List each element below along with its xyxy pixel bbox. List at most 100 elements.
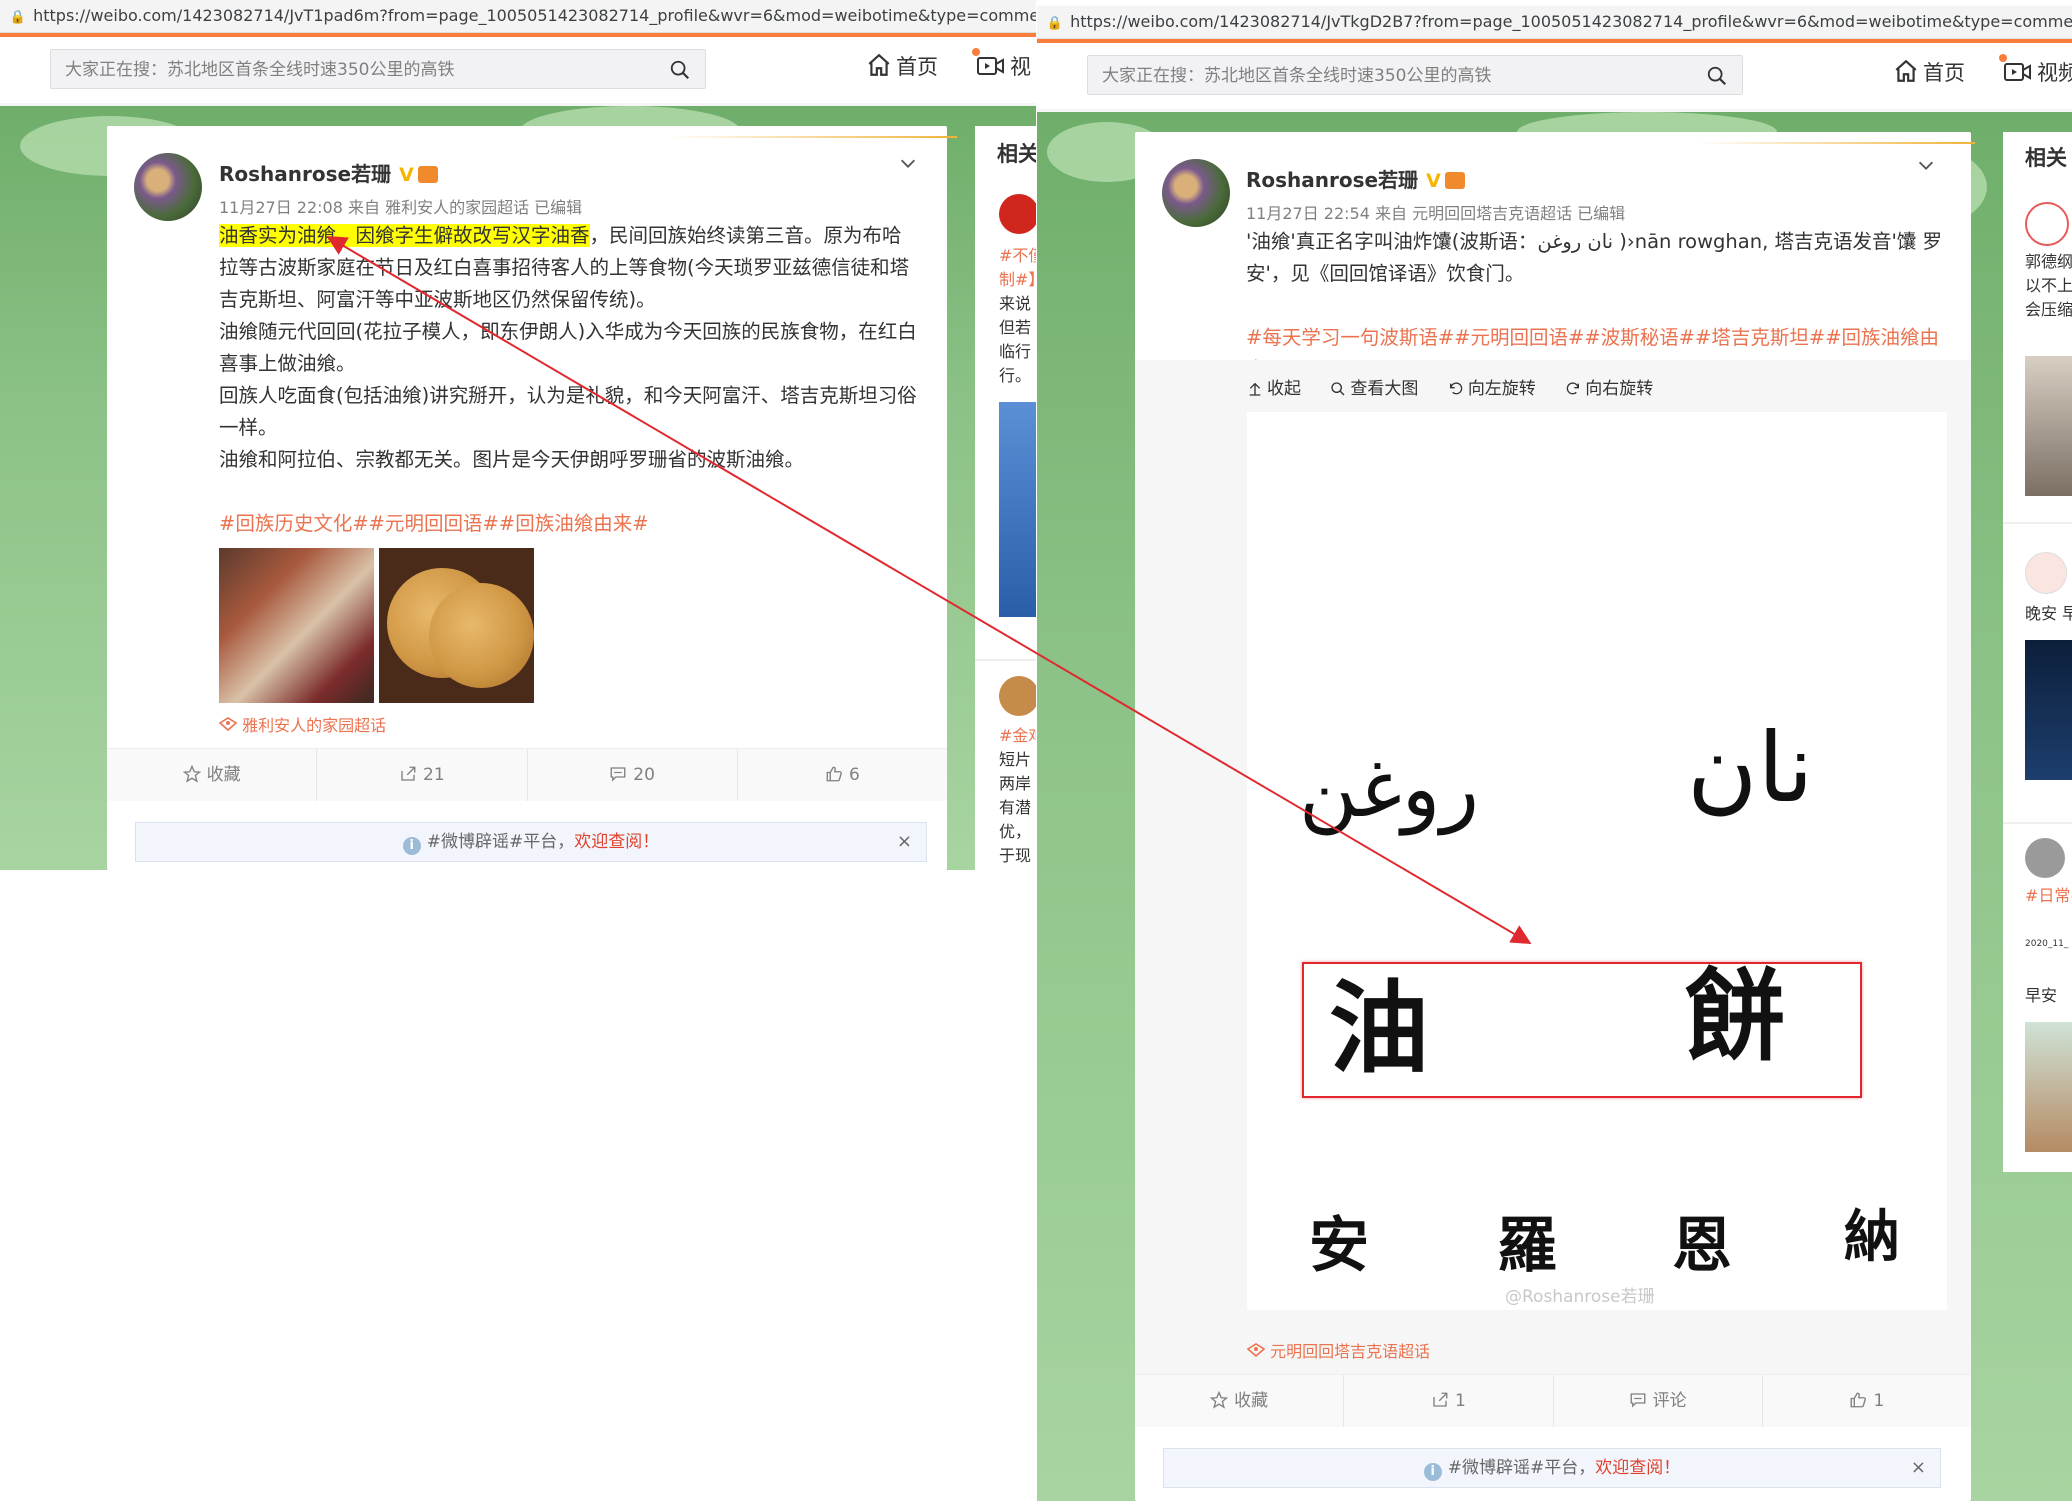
sidebar-snippet[interactable]: 早安: [2025, 984, 2057, 1008]
sidebar-line: 行。: [999, 366, 1032, 385]
search-input[interactable]: 大家正在搜：苏北地区首条全线时速350公里的高铁: [50, 49, 706, 89]
avatar[interactable]: [134, 153, 202, 221]
sidebar-line: 晚安 早: [2025, 604, 2072, 623]
body-line: 油飨随元代回回(花拉子模人，即东伊朗人)入华成为今天回族的民族食物，在红白: [219, 320, 917, 343]
avatar[interactable]: [2025, 202, 2069, 246]
url-text: https://weibo.com/1423082714/JvT1pad6m?f…: [33, 6, 1036, 25]
avatar[interactable]: [999, 194, 1036, 234]
repost-button[interactable]: 1: [1344, 1375, 1554, 1427]
avatar[interactable]: [2025, 838, 2065, 878]
sidebar-title: 相关: [997, 142, 1036, 166]
sidebar-snippet[interactable]: 晚安 早: [2025, 602, 2072, 626]
body-line: 喜事上做油飨。: [219, 352, 356, 375]
location-text: 元明回回塔吉克语超话: [1270, 1342, 1431, 1361]
image-viewer: 收起 查看大图 向左旋转 向右旋转 روغن نان 油 餅 安 羅 恩 納 @…: [1135, 360, 1971, 1423]
username[interactable]: Roshanrose若珊 V: [219, 158, 438, 187]
view-large-button[interactable]: 查看大图: [1330, 379, 1418, 399]
search-icon[interactable]: [1706, 65, 1728, 87]
accent-bar: [1037, 39, 2072, 43]
decorative-line: [667, 136, 957, 138]
favorite-label: 收藏: [1234, 1391, 1269, 1411]
username[interactable]: Roshanrose若珊 V: [1246, 164, 1465, 193]
sidebar-image[interactable]: [999, 402, 1036, 617]
sidebar-line: 会压缩: [2025, 300, 2072, 319]
nav-video[interactable]: 视: [976, 51, 1031, 81]
close-icon[interactable]: ×: [1911, 1449, 1926, 1487]
sidebar-image[interactable]: [2025, 356, 2072, 496]
rumor-banner[interactable]: i #微博辟谣#平台，欢迎查阅！ ×: [1163, 1448, 1941, 1488]
translit-char: 納: [1844, 1204, 1900, 1270]
rotate-left-button[interactable]: 向左旋转: [1448, 379, 1536, 399]
avatar[interactable]: [999, 676, 1036, 716]
thumbs-up-icon: [826, 766, 842, 782]
comment-icon: [1630, 1393, 1646, 1408]
location-link[interactable]: 雅利安人的家园超话: [218, 712, 386, 736]
sidebar-image[interactable]: [2025, 640, 2072, 780]
rotate-right-button[interactable]: 向右旋转: [1565, 379, 1653, 399]
rotate-left-label: 向左旋转: [1467, 379, 1536, 399]
location-link[interactable]: 元明回回塔吉克语超话: [1246, 1338, 1431, 1362]
sidebar-snippet[interactable]: #不僅 制#】 来说 但若 临行 行。: [999, 244, 1036, 388]
nav-home[interactable]: 首页: [1893, 54, 2007, 87]
highlighted-text: 油香实为油飨，因飨字生僻故改写汉字油香: [219, 224, 590, 247]
like-button[interactable]: 1: [1763, 1375, 1971, 1427]
watermark: @Roshanrose若珊: [1505, 1287, 1655, 1307]
top-navigation: 大家正在搜：苏北地区首条全线时速350公里的高铁 首页 视频: [1037, 39, 2072, 112]
translit-char: 安: [1309, 1211, 1369, 1281]
red-highlight-box: [1302, 962, 1862, 1098]
weibo-post-card: Roshanrose若珊 V 11月27日 22:54 来自 元明回回塔吉克语超话…: [1135, 132, 1975, 1501]
sidebar-snippet[interactable]: 郭德纲 以不上 会压缩: [2025, 250, 2072, 322]
repost-button[interactable]: 21: [317, 749, 528, 801]
topic-icon: [218, 717, 238, 732]
collapse-button[interactable]: 收起: [1247, 379, 1301, 399]
address-bar[interactable]: 🔒 https://weibo.com/1423082714/JvT1pad6m…: [0, 0, 1036, 33]
left-screenshot: 🔒 https://weibo.com/1423082714/JvT1pad6m…: [0, 0, 1036, 870]
favorite-button[interactable]: 收藏: [107, 749, 318, 801]
repost-icon: [401, 766, 416, 781]
verified-badge: V: [399, 164, 414, 186]
comment-button[interactable]: 20: [528, 749, 738, 801]
comment-count: 20: [633, 765, 655, 785]
search-input[interactable]: 大家正在搜：苏北地区首条全线时速350公里的高铁: [1087, 55, 1743, 95]
chevron-down-icon[interactable]: [1915, 154, 1937, 176]
sidebar-line: 有潜: [999, 798, 1032, 817]
body-line: 吉克斯坦、阿富汗等中亚波斯地区仍然保留传统)。: [219, 288, 656, 311]
rumor-link[interactable]: 欢迎查阅！: [574, 832, 659, 852]
rumor-link[interactable]: 欢迎查阅！: [1595, 1458, 1680, 1478]
avatar[interactable]: [1162, 159, 1230, 227]
nav-video[interactable]: 视频: [2003, 57, 2072, 87]
sidebar-line: #不僅: [999, 246, 1036, 265]
rotate-left-icon: [1449, 382, 1463, 395]
repost-count: 1: [1454, 1391, 1466, 1411]
sidebar-snippet[interactable]: #日常#: [2025, 884, 2072, 908]
sidebar-snippet[interactable]: #金鸡 短片 两岸 有潜 优， 于现: [999, 724, 1036, 868]
sidebar-line: 早安: [2025, 986, 2058, 1005]
post-image-2[interactable]: [379, 548, 534, 703]
sidebar-line: 短片: [999, 750, 1032, 769]
view-large-label: 查看大图: [1350, 379, 1419, 399]
like-button[interactable]: 6: [738, 749, 947, 801]
nav-home[interactable]: 首页: [866, 48, 980, 81]
address-bar[interactable]: 🔒 https://weibo.com/1423082714/JvTkgD2B7…: [1037, 6, 2072, 39]
member-crown-icon: [417, 166, 438, 183]
rumor-text: #微博辟谣#平台，: [426, 832, 575, 852]
comment-button[interactable]: 评论: [1554, 1375, 1763, 1427]
search-placeholder: 大家正在搜：苏北地区首条全线时速350公里的高铁: [1102, 66, 1492, 86]
search-icon[interactable]: [669, 59, 691, 81]
post-image-1[interactable]: [219, 548, 374, 703]
close-icon[interactable]: ×: [897, 823, 912, 861]
translit-char: 恩: [1672, 1211, 1732, 1281]
body-line: '油飨'真正名字叫油炸馕(波斯语：نان روغن )›nān rowghan,…: [1246, 230, 1943, 253]
sidebar-date: 2020_11_: [2025, 939, 2069, 949]
comment-icon: [610, 767, 626, 782]
scanned-dictionary-image[interactable]: روغن نان 油 餅 安 羅 恩 納 @Roshanrose若珊: [1247, 412, 1947, 1310]
chevron-down-icon[interactable]: [897, 152, 919, 174]
favorite-button[interactable]: 收藏: [1135, 1375, 1345, 1427]
rumor-banner[interactable]: i #微博辟谣#平台，欢迎查阅！ ×: [135, 822, 927, 862]
avatar[interactable]: [2025, 552, 2067, 594]
hashtags[interactable]: #回族历史文化##元明回回语##回族油飨由来#: [219, 508, 929, 540]
like-count: 1: [1873, 1391, 1885, 1411]
related-sidebar: 相关 郭德纲 以不上 会压缩 晚安 早 #日常# 2020_11_ 早安: [2003, 132, 2072, 1172]
sidebar-image[interactable]: [2025, 1022, 2072, 1152]
weibo-post-card: Roshanrose若珊 V 11月27日 22:08 来自 雅利安人的家园超话 …: [107, 126, 957, 870]
